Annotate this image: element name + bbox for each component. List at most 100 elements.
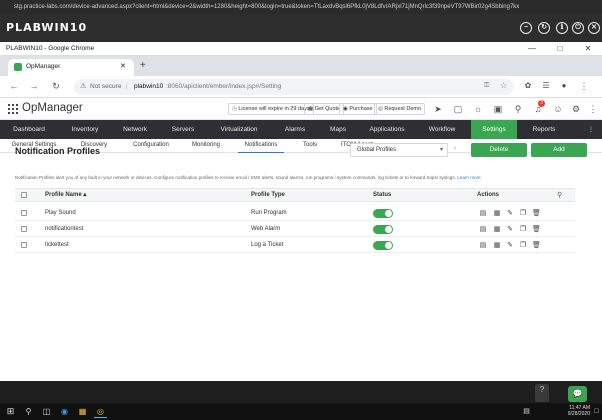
settings-gear-icon[interactable]: ⚙	[570, 103, 582, 115]
browser-tabbar: OpManager ✕ +	[0, 56, 602, 76]
nav-maps[interactable]: Maps	[318, 120, 358, 139]
delete-button[interactable]: Delete	[471, 143, 527, 157]
notification-center-icon[interactable]: □	[590, 405, 602, 418]
nav-inventory[interactable]: Inventory	[62, 120, 108, 139]
key-icon[interactable]: ⚿	[484, 82, 489, 90]
profile-scope-select[interactable]: Global Profiles ▾	[350, 143, 448, 157]
delete-icon[interactable]: 🗑	[532, 241, 541, 250]
nav-applications[interactable]: Applications	[362, 120, 412, 139]
vm-refresh-icon[interactable]: ↻	[538, 22, 550, 34]
extension-icon[interactable]: ✿	[522, 81, 534, 90]
forward-icon[interactable]: →	[28, 81, 40, 91]
table-row[interactable]: Play Sound Run Program ▤ ▦ ✎ ❐ 🗑	[15, 206, 575, 221]
calendar-icon[interactable]: ▦	[493, 225, 501, 234]
subnav-tools[interactable]: Tools	[296, 139, 324, 153]
new-tab-button[interactable]: +	[140, 60, 146, 71]
calendar-icon[interactable]: ▦	[493, 209, 501, 218]
edge-icon[interactable]: ◉	[58, 405, 71, 418]
vm-info-icon[interactable]: ℹ	[556, 22, 568, 34]
edit-icon[interactable]: ✎	[506, 241, 514, 250]
col-profile-name[interactable]: Profile Name ▴	[45, 189, 86, 203]
subnav-monitoring[interactable]: Monitoring	[186, 139, 226, 153]
profile-name[interactable]: notificationtest	[45, 222, 83, 237]
subnav-configuration[interactable]: Configuration	[126, 139, 176, 153]
license-expiry-badge[interactable]: ◷ License will expire in 29 days	[228, 103, 314, 115]
profile-name[interactable]: tickettest	[45, 238, 69, 253]
network-tray-icon[interactable]: ▤	[520, 405, 533, 418]
nav-workflow[interactable]: Workflow	[418, 120, 466, 139]
address-bar[interactable]: ⚠ Not secure | plabwin10 :8060/apiclient…	[74, 79, 514, 95]
profile-type: Run Program	[251, 210, 287, 216]
reading-list-icon[interactable]: ☰	[540, 81, 552, 90]
profile-name[interactable]: Play Sound	[45, 206, 76, 221]
task-view-icon[interactable]: ◫	[40, 405, 53, 418]
window-close-button[interactable]: ✕	[574, 42, 602, 56]
row-checkbox[interactable]	[21, 226, 27, 232]
table-row[interactable]: notificationtest Web Alarm ▤ ▦ ✎ ❐ 🗑	[15, 222, 575, 237]
reload-icon[interactable]: ↻	[50, 81, 62, 92]
edit-icon[interactable]: ✎	[506, 209, 514, 218]
chevron-right-icon[interactable]: ›	[454, 145, 456, 152]
back-icon[interactable]: ←	[8, 81, 20, 91]
user-icon[interactable]: ☺	[552, 103, 564, 115]
chat-button[interactable]: 💬	[568, 386, 587, 402]
help-button[interactable]: ?	[535, 384, 549, 402]
status-toggle[interactable]	[373, 209, 393, 218]
report-icon[interactable]: ▤	[479, 241, 487, 250]
purchase-button[interactable]: ◉ Purchase	[339, 103, 377, 115]
calendar-icon[interactable]: ▦	[493, 241, 501, 250]
notification-bell-icon[interactable]: ♫ 3	[532, 100, 545, 115]
table-row[interactable]: tickettest Log a Ticket ▤ ▦ ✎ ❐ 🗑	[15, 238, 575, 253]
search-icon[interactable]: ⚲	[512, 103, 524, 115]
window-minimize-button[interactable]: —	[518, 42, 546, 56]
delete-icon[interactable]: 🗑	[532, 209, 541, 218]
chrome-taskbar-icon[interactable]: ◎	[94, 405, 107, 418]
browser-tab-opmanager[interactable]: OpManager ✕	[8, 59, 134, 76]
learn-more-link[interactable]: Learn more	[457, 175, 481, 180]
chrome-menu-icon[interactable]: ⋮	[578, 81, 590, 92]
app-grid-icon[interactable]	[8, 104, 18, 114]
add-button[interactable]: Add	[531, 143, 587, 157]
more-menu-icon[interactable]: ⋮	[587, 103, 599, 115]
nav-virtualization[interactable]: Virtualization	[212, 120, 266, 139]
monitor-icon[interactable]: ▢	[452, 103, 464, 115]
delete-icon[interactable]: 🗑	[532, 225, 541, 234]
nav-servers[interactable]: Servers	[160, 120, 206, 139]
nav-network[interactable]: Network	[112, 120, 158, 139]
tab-close-icon[interactable]: ✕	[120, 62, 126, 70]
vm-power-icon[interactable]: ⏻	[572, 22, 584, 34]
windows-start-icon[interactable]: ⊞	[4, 405, 17, 418]
opmanager-favicon-icon	[14, 63, 22, 71]
edit-icon[interactable]: ✎	[506, 225, 514, 234]
file-explorer-icon[interactable]: ▦	[76, 405, 89, 418]
copy-icon[interactable]: ❐	[519, 225, 527, 234]
nav-more-icon[interactable]: ⋮	[586, 120, 596, 139]
nav-reports[interactable]: Reports	[522, 120, 566, 139]
status-toggle[interactable]	[373, 225, 393, 234]
subnav-notifications[interactable]: Notifications	[238, 139, 284, 153]
vm-close-icon[interactable]: ✕	[588, 22, 600, 34]
profile-icon[interactable]: ●	[558, 81, 570, 90]
window-maximize-button[interactable]: □	[546, 42, 574, 56]
browser-bottom-area	[0, 381, 602, 403]
lightbulb-icon[interactable]: ☼	[472, 103, 484, 115]
bookmark-star-icon[interactable]: ☆	[500, 81, 507, 90]
report-icon[interactable]: ▤	[479, 209, 487, 218]
nav-dashboard[interactable]: Dashboard	[6, 120, 52, 139]
select-all-checkbox[interactable]	[21, 192, 27, 198]
copy-icon[interactable]: ❐	[519, 209, 527, 218]
vm-minimize-icon[interactable]: −	[520, 22, 532, 34]
rocket-icon[interactable]: ➤	[432, 103, 444, 115]
copy-icon[interactable]: ❐	[519, 241, 527, 250]
taskbar-search-icon[interactable]: ⚲	[22, 405, 35, 418]
nav-settings[interactable]: Settings	[471, 120, 517, 139]
nav-alarms[interactable]: Alarms	[272, 120, 318, 139]
report-icon[interactable]: ▤	[479, 225, 487, 234]
row-checkbox[interactable]	[21, 242, 27, 248]
request-demo-button[interactable]: ◎ Request Demo	[374, 103, 426, 115]
status-toggle[interactable]	[373, 241, 393, 250]
row-checkbox[interactable]	[21, 210, 27, 216]
taskbar-clock[interactable]: 11:47 AM 9/28/2020	[538, 405, 590, 417]
table-search-icon[interactable]: ⚲	[557, 191, 562, 199]
gift-icon[interactable]: ▣	[492, 103, 504, 115]
